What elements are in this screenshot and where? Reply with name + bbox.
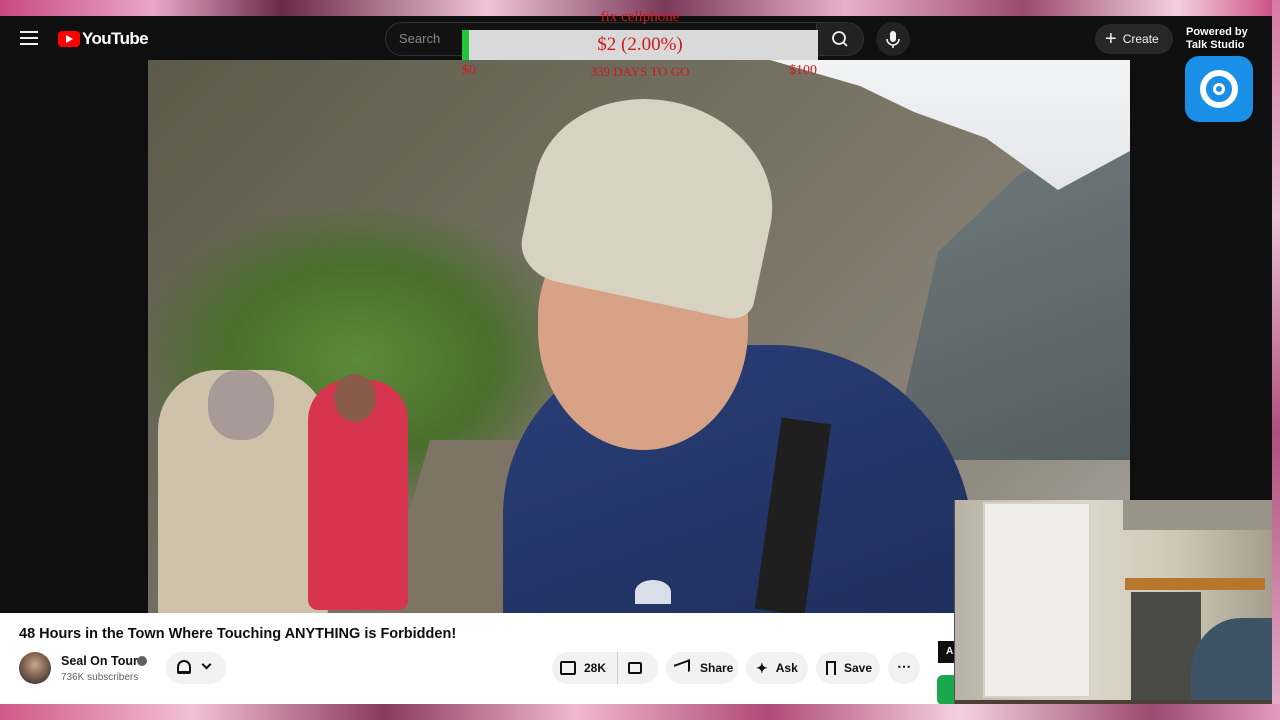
powered-line-2: Talk Studio [1186,39,1245,51]
search-button[interactable] [816,22,864,56]
jacket-logo [635,580,671,604]
talk-studio-logo-icon [1185,56,1253,122]
webcam-scene-door [983,502,1091,698]
sparkle-icon: ✦ [756,659,768,676]
donation-days-label: 339 DAYS TO GO [590,64,690,79]
channel-avatar[interactable] [19,652,51,684]
donation-goal-title: fix cellphone [600,9,680,25]
chevron-down-icon [201,659,212,670]
side-panel-button[interactable]: A [938,641,954,663]
powered-line-1: Powered by [1186,26,1248,38]
like-dislike-group: 28K [552,652,658,684]
save-button[interactable]: Save [816,652,880,684]
notification-bell-button[interactable] [166,652,226,684]
video-scene-person-red [308,374,408,610]
donation-min-label: $0 [462,63,476,78]
create-label: Create [1122,32,1159,46]
decorative-border-bottom [0,704,1280,720]
webcam-scene-shelf [1123,500,1272,530]
more-actions-button[interactable]: ⋯ [888,652,920,684]
youtube-play-icon [58,31,80,47]
donation-amount: $2 (2.00%) [597,34,683,55]
like-button[interactable]: 28K [552,652,618,684]
save-label: Save [844,661,873,675]
microphone-icon [886,31,900,48]
thumbs-down-icon[interactable] [628,662,642,674]
donation-max-label: $100 [789,63,817,78]
youtube-logo[interactable]: YouTube [58,29,149,49]
share-button[interactable]: Share [666,652,738,684]
create-button[interactable]: + Create [1095,24,1173,54]
side-green-button[interactable] [937,675,954,705]
share-label: Share [700,661,734,675]
webcam-scene-counter [1125,578,1265,590]
video-scene-person-left [158,370,328,613]
subscriber-count: 736K subscribers [61,672,139,683]
logo-text: YouTube [82,29,149,48]
like-count: 28K [584,661,607,675]
video-metadata-panel: 48 Hours in the Town Where Touching ANYT… [0,613,954,705]
ask-button[interactable]: ✦ Ask [746,652,808,684]
verified-icon [137,656,147,666]
thumbs-up-icon [560,661,576,675]
video-scene-mountain [890,140,1130,460]
share-icon [674,659,690,677]
decorative-border-right [1272,0,1280,720]
video-title: 48 Hours in the Town Where Touching ANYT… [19,626,457,642]
hamburger-icon[interactable] [20,31,38,45]
bell-icon [177,660,191,674]
donation-progress-bar: $2 (2.00%) [462,30,818,60]
search-placeholder: Search [399,31,441,46]
voice-search-button[interactable] [876,22,910,56]
plus-icon: + [1105,28,1117,50]
webcam-overlay [954,500,1272,716]
powered-by-text: Powered by Talk Studio [1186,26,1248,52]
ask-label: Ask [775,661,798,675]
search-icon [832,31,848,47]
bookmark-icon [826,661,836,675]
channel-name[interactable]: Seal On Tour [61,654,138,668]
